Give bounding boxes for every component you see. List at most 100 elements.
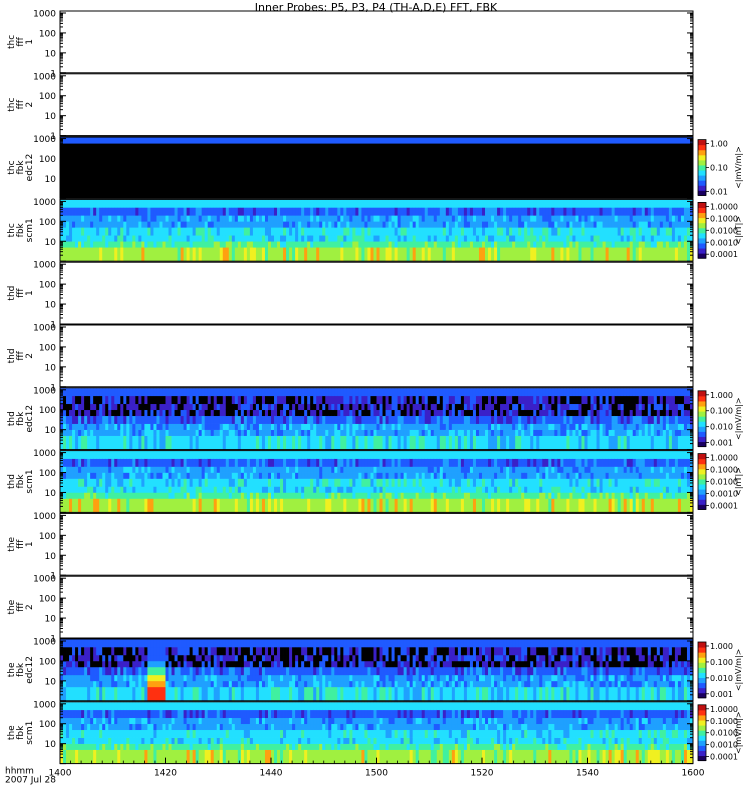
panel-5-ytick-label: 10 <box>45 301 57 311</box>
panel-7-label-channel: edc12 <box>25 405 35 433</box>
x-tick-label: 1420 <box>154 769 177 779</box>
figure-title: Inner Probes: P5, P3, P4 (TH-A,D,E) FFT,… <box>255 1 498 14</box>
panel-1-frame <box>59 10 694 74</box>
panel-3-label-channel: edc12 <box>25 154 35 182</box>
panel-10-label-channel: 2 <box>25 604 35 610</box>
panel-7-colorbar-tick: 0.010 <box>710 423 733 432</box>
panel-2-ytick-label: 10 <box>45 112 57 122</box>
panel-12-ytick-label: 100 <box>39 720 56 730</box>
panel-9-label: the fff 1 <box>7 536 35 551</box>
panel-8-ytick-label: 1000 <box>33 449 56 459</box>
panel-8-ytick-label: 100 <box>39 469 56 479</box>
x-tick-label: 1500 <box>365 769 388 779</box>
panel-8-colorbar: 1.00000.10000.01000.00100.0001<|nT|> <box>697 453 743 510</box>
panel-6-ytick-label: 10 <box>45 363 57 373</box>
panel-6-ytick-label: 1000 <box>33 323 56 333</box>
panel-6-label: thd fff 2 <box>7 348 35 363</box>
panel-2-y-ticks <box>60 75 693 137</box>
panel-8-ytick-label: 10 <box>45 489 57 499</box>
x-tick-label: 1520 <box>471 769 494 779</box>
panel-1-label: thc fff 1 <box>7 35 35 49</box>
panel-2-label-channel: 2 <box>25 102 35 108</box>
panel-7-colorbar-unit: <|mV/m|> <box>734 397 743 440</box>
x-tick-label: 1600 <box>682 769 705 779</box>
panel-9: 1000 100 10 1the fff 1 <box>7 512 694 582</box>
panel-12-label-channel: scm1 <box>25 721 35 745</box>
panel-11-colorbar-tick: 1.000 <box>710 642 733 651</box>
panel-5-ytick-label: 100 <box>39 281 56 291</box>
panel-8-label: thd fbk scm1 <box>7 469 35 493</box>
panel-12-spectrogram <box>60 702 694 764</box>
panel-3-colorbar-tick: 0.10 <box>710 164 728 173</box>
panel-12-label: the fbk scm1 <box>7 721 35 745</box>
panel-3-colorbar-unit: <|mV/m|> <box>734 146 743 189</box>
x-tick-label: 1540 <box>576 769 599 779</box>
panels-group: 1000100101thc fff 11000100101thc fff 2100010… <box>7 9 743 765</box>
panel-3-spectrogram <box>60 136 693 199</box>
panel-3-colorbar-tick: 1.00 <box>710 140 728 149</box>
panel-12-ytick-label: 10 <box>45 740 57 750</box>
panel-4-spectrogram <box>60 199 694 262</box>
panel-10-frame <box>59 575 694 639</box>
panel-1-ytick-label: 1000 <box>33 9 56 19</box>
panel-12-colorbar: 1.00000.10000.01000.00100.0001<|mV/m|> <box>697 704 743 762</box>
panel-8-spectrogram <box>60 451 694 513</box>
panel-2-frame <box>59 73 694 137</box>
panel-10-y-ticks <box>60 577 693 639</box>
panel-1: 1000 100 10 1thc fff 1 <box>7 9 694 79</box>
panel-4-colorbar: 1.00000.10000.01000.00100.0001<|nT|> <box>697 201 743 259</box>
panel-3-colorbar-tick: 0.01 <box>710 187 728 196</box>
panel-8: 1000 100 10 thd fbk scm1 1.00000.10000.01000.0… <box>7 449 743 513</box>
panel-1-ytick-label: 100 <box>39 29 56 39</box>
plot-root: Inner Probes: P5, P3, P4 (TH-A,D,E) FFT,… <box>0 0 750 800</box>
panel-4-ytick-label: 10 <box>45 238 57 248</box>
panel-3-ytick-label: 100 <box>39 155 56 165</box>
panel-2-ytick-label: 100 <box>39 92 56 102</box>
panel-6-frame <box>59 324 694 388</box>
panel-7-colorbar-tick: 0.001 <box>710 439 733 448</box>
panel-6-ytick-label: 100 <box>39 343 56 353</box>
panel-7-colorbar: 1.000 0.100 0.010 0.001<|mV/m|> <box>697 390 743 448</box>
panel-5-frame <box>59 261 694 325</box>
panel-9-y-ticks <box>60 514 693 576</box>
panel-3-ytick-label: 1000 <box>33 135 56 145</box>
panel-9-ytick-label: 10 <box>45 552 57 562</box>
panel-10-label: the fff 2 <box>7 599 35 614</box>
panel-4-colorbar-tick: 1.0000 <box>710 202 738 211</box>
panel-7-label: thd fbk edc12 <box>7 405 35 433</box>
panel-12-colorbar-unit: <|mV/m|> <box>734 711 743 754</box>
panel-4: 100010010thc fbk scm11.00000.10000.01000.0… <box>7 198 743 262</box>
panel-6-label-channel: 2 <box>25 353 35 359</box>
panel-9-frame <box>59 512 694 576</box>
panel-1-ytick-label: 10 <box>45 49 57 59</box>
panel-11-label-channel: edc12 <box>25 656 35 684</box>
x-axis-date-label: 2007 Jul 28 <box>5 776 56 786</box>
panel-8-colorbar-tick: 1.0000 <box>710 454 738 463</box>
panel-6-y-ticks <box>60 326 693 388</box>
panel-7-colorbar-tick: 0.100 <box>710 407 733 416</box>
panel-7-spectrogram <box>60 388 694 450</box>
panel-11-ytick-label: 1000 <box>33 637 56 647</box>
panel-4-label-channel: scm1 <box>25 218 35 242</box>
panel-11-colorbar-tick: 0.100 <box>710 658 733 667</box>
panel-5-label: thd fff 1 <box>7 286 35 301</box>
spectrogram-figure: Inner Probes: P5, P3, P4 (TH-A,D,E) FFT,… <box>5 1 743 786</box>
panel-2-ytick-label: 1000 <box>33 72 56 82</box>
panel-7-ytick-label: 10 <box>45 426 57 436</box>
panel-10: 1000100101the fff 2 <box>7 575 694 645</box>
x-tick-label: 1440 <box>260 769 283 779</box>
panel-6: 1000100101thd fff 2 <box>7 323 694 393</box>
panel-8-label-channel: scm1 <box>25 469 35 493</box>
panel-11: 1000 100 10 the fbk edc12 1.000 0.100 0.010 0.001… <box>7 637 743 702</box>
panel-4-ytick-label: 1000 <box>33 198 56 208</box>
panel-10-ytick-label: 10 <box>45 615 57 625</box>
panel-8-colorbar-tick: 0.0001 <box>710 501 738 510</box>
panel-11-colorbar: 1.000 0.100 0.010 0.001<|mV/m|> <box>697 641 743 699</box>
panel-5-ytick-label: 1000 <box>33 261 56 271</box>
panel-12-ytick-label: 1000 <box>33 700 56 710</box>
panel-11-spectrogram <box>60 639 694 702</box>
panel-3-colorbar: 1.00 0.10 0.01 <|mV/m|> <box>697 139 743 196</box>
panel-5-label-channel: 1 <box>25 290 35 296</box>
panel-9-ytick-label: 100 <box>39 532 56 542</box>
panel-10-ytick-label: 1000 <box>33 575 56 585</box>
